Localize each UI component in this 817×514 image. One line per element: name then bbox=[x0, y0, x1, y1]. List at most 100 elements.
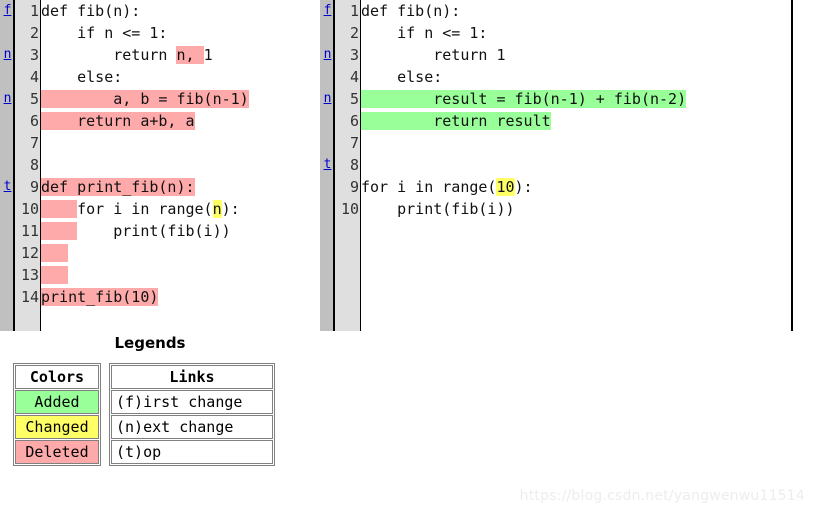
code-line: def fib(n): bbox=[41, 0, 320, 22]
legend-color-deleted: Deleted bbox=[15, 440, 99, 464]
code-line: for i in range(n): bbox=[41, 198, 320, 220]
code-text: ): bbox=[514, 178, 533, 196]
legend-color-changed: Changed bbox=[15, 415, 99, 439]
jump-link-n[interactable]: n bbox=[320, 44, 335, 66]
line-number: 2 bbox=[349, 24, 359, 42]
code-line: return result bbox=[361, 110, 791, 132]
line-number: 5 bbox=[349, 90, 359, 108]
line-number: 2 bbox=[29, 24, 39, 42]
code-text-changed: n bbox=[212, 200, 222, 218]
code-line: if n <= 1: bbox=[361, 22, 791, 44]
code-text-deleted bbox=[41, 200, 78, 218]
line-number: 3 bbox=[29, 46, 39, 64]
line-number: 4 bbox=[349, 68, 359, 86]
line-number: 10 bbox=[20, 200, 39, 218]
line-number: 9 bbox=[29, 178, 39, 196]
legend-links-table: Links (f)irst change (n)ext change (t)op bbox=[109, 363, 275, 466]
jump-link-t[interactable]: t bbox=[320, 154, 335, 176]
code-text-deleted bbox=[41, 244, 69, 262]
code-line: return n, 1 bbox=[41, 44, 320, 66]
line-number: 9 bbox=[349, 178, 359, 196]
line-number: 7 bbox=[29, 134, 39, 152]
line-number: 12 bbox=[20, 244, 39, 262]
line-number: 7 bbox=[349, 134, 359, 152]
line-number bbox=[335, 220, 360, 242]
line-number: 8 bbox=[349, 156, 359, 174]
code-text: print(fib(i)) bbox=[77, 222, 231, 240]
legend-link-row: (n)ext change bbox=[111, 415, 273, 439]
line-number: 4 bbox=[29, 68, 39, 86]
watermark: https://blog.csdn.net/yangwenwu11514 bbox=[519, 488, 805, 504]
code-text: else: bbox=[361, 68, 443, 86]
legends-area: Colors Added Changed Deleted Links (f)irst c… bbox=[13, 363, 275, 466]
legend-color-row: Added bbox=[15, 390, 99, 414]
line-number bbox=[335, 286, 360, 308]
code-text: return bbox=[41, 46, 177, 64]
code-line bbox=[41, 264, 320, 286]
right-code-area: def fib(n): if n <= 1: return 1 else: re… bbox=[361, 0, 791, 331]
legends-title: Legends bbox=[114, 334, 186, 352]
code-text-deleted: a, b = fib(n-1) bbox=[41, 90, 249, 108]
code-text-deleted: return a+b, a bbox=[41, 112, 195, 130]
line-number: 10 bbox=[340, 200, 359, 218]
line-number: 1 bbox=[29, 2, 39, 20]
code-text-deleted: def print_fib(n): bbox=[41, 178, 195, 196]
jump-link-t[interactable]: t bbox=[0, 176, 15, 198]
code-line: if n <= 1: bbox=[41, 22, 320, 44]
code-line: result = fib(n-1) + fib(n-2) bbox=[361, 88, 791, 110]
code-text: if n <= 1: bbox=[41, 24, 168, 42]
line-number: 13 bbox=[20, 266, 39, 284]
jump-link-f[interactable]: f bbox=[320, 0, 335, 22]
line-number: 14 bbox=[20, 288, 39, 306]
code-line: return 1 bbox=[361, 44, 791, 66]
jump-link-f[interactable]: f bbox=[0, 0, 15, 22]
legend-link-row: (t)op bbox=[111, 440, 273, 464]
code-text: return 1 bbox=[361, 46, 506, 64]
line-number: 1 bbox=[349, 2, 359, 20]
jump-link-n[interactable]: n bbox=[0, 88, 15, 110]
line-number: 3 bbox=[349, 46, 359, 64]
code-text-deleted: print_fib(10) bbox=[41, 288, 159, 306]
line-number: 8 bbox=[29, 156, 39, 174]
diff-pane-left: fnnt 1 2 3 4 5 6 7 8 9 10 11 12 13 14 def fib(n): if … bbox=[0, 0, 320, 331]
line-number: 5 bbox=[29, 90, 39, 108]
jump-link-n[interactable]: n bbox=[0, 44, 15, 66]
code-line: def fib(n): bbox=[361, 0, 791, 22]
legend-link-row: (f)irst change bbox=[111, 390, 273, 414]
line-number: 6 bbox=[349, 112, 359, 130]
line-number: 11 bbox=[20, 222, 39, 240]
diff-pane-right: fnnt 1 2 3 4 5 6 7 8 9 10 def fib(n): if n <= 1: … bbox=[320, 0, 791, 331]
legend-links-header: Links bbox=[111, 365, 273, 389]
code-text: print(fib(i)) bbox=[361, 200, 515, 218]
code-text: else: bbox=[41, 68, 123, 86]
jump-link-n[interactable]: n bbox=[320, 88, 335, 110]
code-text-deleted: n, bbox=[176, 46, 204, 64]
legend-color-row: Changed bbox=[15, 415, 99, 439]
code-text-deleted bbox=[41, 222, 78, 240]
code-line: print(fib(i)) bbox=[41, 220, 320, 242]
left-line-number-gutter: 1 2 3 4 5 6 7 8 9 10 11 12 13 14 bbox=[15, 0, 41, 331]
line-number bbox=[335, 264, 360, 286]
left-link-gutter[interactable]: fnnt bbox=[0, 0, 15, 331]
code-text: 1 bbox=[203, 46, 213, 64]
code-line: print_fib(10) bbox=[41, 286, 320, 308]
code-text: for i in range( bbox=[77, 200, 213, 218]
code-text-changed: 10 bbox=[496, 178, 515, 196]
code-line: return a+b, a bbox=[41, 110, 320, 132]
legend-link-t[interactable]: (t)op bbox=[111, 440, 273, 464]
code-text: def fib(n): bbox=[361, 2, 461, 20]
code-line: for i in range(10): bbox=[361, 176, 791, 198]
code-line: def print_fib(n): bbox=[41, 176, 320, 198]
legend-link-f[interactable]: (f)irst change bbox=[111, 390, 273, 414]
right-link-gutter[interactable]: fnnt bbox=[320, 0, 335, 331]
legend-link-n[interactable]: (n)ext change bbox=[111, 415, 273, 439]
code-text-deleted bbox=[41, 266, 69, 284]
code-text-added: return result bbox=[361, 112, 551, 130]
code-text: if n <= 1: bbox=[361, 24, 488, 42]
code-line: else: bbox=[361, 66, 791, 88]
code-line: print(fib(i)) bbox=[361, 198, 791, 220]
